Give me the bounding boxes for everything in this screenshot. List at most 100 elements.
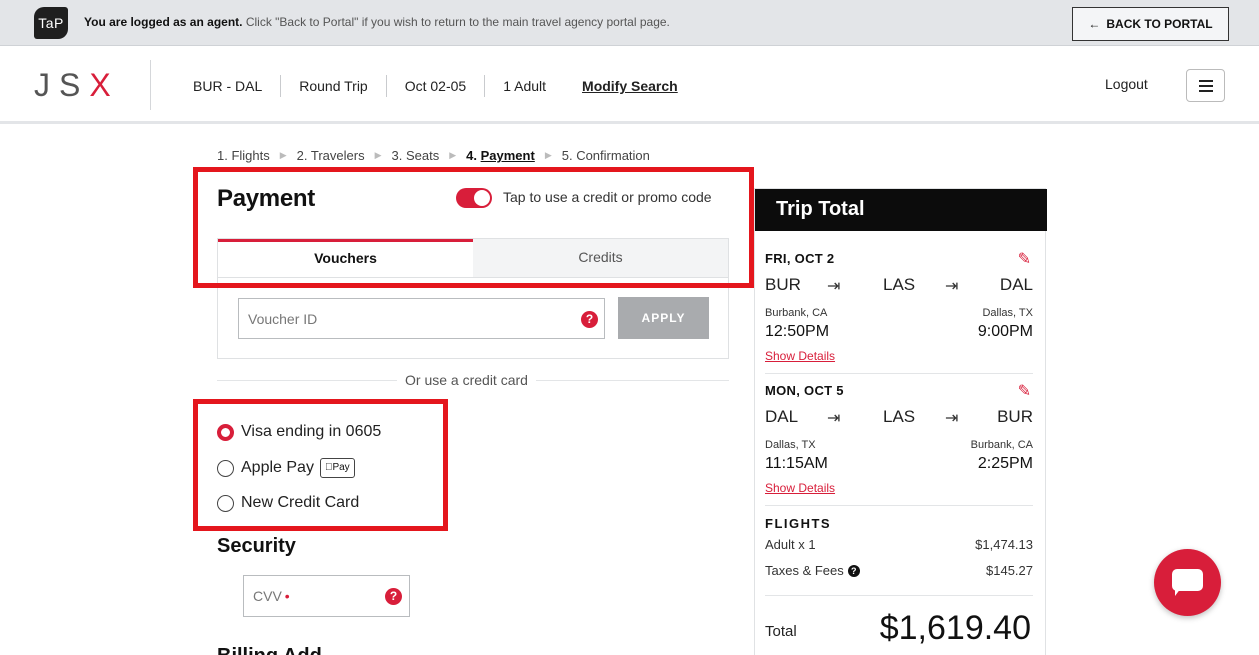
voucher-placeholder: Voucher ID — [248, 311, 318, 327]
arrive-time: 2:25PM — [977, 455, 1033, 472]
payment-tabs: Vouchers Credits — [217, 238, 729, 278]
step-seats[interactable]: 3. Seats — [392, 148, 440, 163]
leg-date: MON, OCT 5 — [765, 383, 844, 398]
option-apple-pay[interactable]: Apple Pay Pay — [217, 456, 355, 480]
voucher-panel: Voucher ID ? APPLY — [217, 278, 729, 359]
option-apple-pay-label: Apple Pay — [241, 459, 314, 476]
airplane-icon: ⇥ — [945, 410, 959, 427]
step-confirmation: 5. Confirmation — [561, 148, 650, 163]
or-credit-card-text: Or use a credit card — [397, 372, 536, 388]
origin-city: Burbank, CA — [765, 307, 828, 319]
logo-main: JS — [34, 67, 90, 103]
total-label: Total — [765, 623, 797, 640]
adult-amount: $1,474.13 — [975, 537, 1033, 552]
taxes-label: Taxes & Fees — [765, 563, 844, 578]
radio-icon[interactable] — [217, 494, 234, 512]
leg-route: DAL ⇥ LAS ⇥ BUR — [765, 407, 1033, 429]
cvv-placeholder-text: CVV — [253, 588, 282, 604]
radio-checked-icon[interactable] — [217, 423, 234, 441]
divider — [765, 595, 1033, 596]
modify-search-link[interactable]: Modify Search — [564, 78, 678, 94]
tap-logo: TaP — [34, 7, 68, 39]
edit-pencil-icon[interactable]: ✎ — [1018, 381, 1031, 401]
destination-city: Dallas, TX — [982, 307, 1033, 319]
hamburger-menu-icon — [1199, 80, 1213, 82]
step-flights[interactable]: 1. Flights — [217, 148, 270, 163]
airplane-icon: ⇥ — [827, 278, 841, 295]
tab-vouchers[interactable]: Vouchers — [218, 239, 473, 277]
search-route: BUR - DAL — [193, 75, 282, 97]
trip-total-title: Trip Total — [755, 189, 1047, 231]
logo-accent: X — [89, 67, 120, 103]
stop-code: LAS — [883, 407, 916, 426]
search-dates: Oct 02-05 — [387, 75, 486, 97]
adult-label: Adult x 1 — [765, 537, 816, 552]
leg-route: BUR ⇥ LAS ⇥ DAL — [765, 275, 1033, 297]
fare-row-adult: Adult x 1 $1,474.13 — [765, 537, 1033, 552]
security-title: Security — [217, 535, 296, 557]
info-icon[interactable]: ? — [847, 565, 860, 577]
voucher-id-input[interactable]: Voucher ID ? — [238, 298, 605, 339]
back-to-portal-label: BACK TO PORTAL — [1106, 17, 1213, 31]
option-visa-label: Visa ending in 0605 — [241, 423, 382, 440]
chevron-right-icon: ▶ — [449, 150, 457, 160]
agent-message: You are logged as an agent. Click "Back … — [84, 15, 670, 29]
fare-row-taxes: Taxes & Fees? $145.27 — [765, 563, 1033, 578]
header-divider — [150, 60, 151, 110]
chevron-right-icon: ▶ — [279, 150, 287, 160]
agent-bar: TaP You are logged as an agent. Click "B… — [0, 0, 1259, 46]
step-payment: 4. Payment — [466, 148, 535, 163]
agent-message-rest: Click "Back to Portal" if you wish to re… — [242, 15, 670, 29]
site-header: JSX BUR - DAL Round Trip Oct 02-05 1 Adu… — [0, 46, 1259, 124]
destination-code: BUR — [997, 407, 1033, 426]
option-new-card-label: New Credit Card — [241, 494, 360, 511]
leg-date: FRI, OCT 2 — [765, 251, 835, 266]
credit-promo-toggle[interactable] — [456, 188, 492, 208]
trip-total-panel: Trip Total FRI, OCT 2 ✎ BUR ⇥ LAS ⇥ DAL … — [754, 188, 1047, 655]
chevron-right-icon: ▶ — [374, 150, 382, 160]
option-visa[interactable]: Visa ending in 0605 — [217, 420, 381, 444]
hamburger-menu-button[interactable] — [1186, 69, 1225, 102]
chat-button[interactable] — [1154, 549, 1221, 616]
edit-pencil-icon[interactable]: ✎ — [1018, 249, 1031, 269]
toggle-knob — [474, 190, 490, 206]
stop-code: LAS — [883, 275, 916, 294]
jsx-logo[interactable]: JSX — [34, 67, 120, 104]
step-payment-number: 4. — [466, 148, 481, 163]
flights-heading: FLIGHTS — [765, 516, 832, 531]
airplane-icon: ⇥ — [827, 410, 841, 427]
origin-code: DAL — [765, 407, 799, 426]
tab-credits[interactable]: Credits — [473, 239, 728, 277]
arrive-time: 9:00PM — [977, 323, 1033, 340]
required-marker: • — [284, 588, 290, 604]
destination-city: Burbank, CA — [970, 439, 1033, 451]
payment-title: Payment — [217, 185, 315, 212]
divider — [765, 505, 1033, 506]
toggle-label: Tap to use a credit or promo code — [503, 189, 712, 205]
step-payment-label: Payment — [480, 148, 535, 163]
depart-time: 12:50PM — [765, 323, 830, 340]
show-details-link[interactable]: Show Details — [765, 481, 835, 495]
airplane-icon: ⇥ — [945, 278, 959, 295]
arrow-left-icon: ← — [1088, 17, 1101, 31]
back-to-portal-button[interactable]: ← BACK TO PORTAL — [1072, 7, 1229, 41]
total-amount: $1,619.40 — [879, 609, 1031, 647]
origin-code: BUR — [765, 275, 801, 294]
agent-message-bold: You are logged as an agent. — [84, 15, 243, 29]
checkout-steps: 1. Flights ▶ 2. Travelers ▶ 3. Seats ▶ 4… — [217, 148, 650, 163]
step-travelers[interactable]: 2. Travelers — [297, 148, 365, 163]
option-new-card[interactable]: New Credit Card — [217, 491, 359, 515]
search-trip-type: Round Trip — [281, 75, 387, 97]
cvv-placeholder: CVV • — [253, 588, 290, 604]
origin-city: Dallas, TX — [765, 439, 816, 451]
apply-button[interactable]: APPLY — [618, 297, 709, 339]
search-passengers: 1 Adult — [503, 78, 547, 94]
depart-time: 11:15AM — [765, 455, 828, 472]
chevron-right-icon: ▶ — [544, 150, 552, 160]
radio-icon[interactable] — [217, 459, 234, 477]
logout-link[interactable]: Logout — [1105, 76, 1148, 92]
help-icon[interactable]: ? — [581, 311, 598, 328]
cvv-input[interactable]: CVV • ? — [243, 575, 410, 617]
show-details-link[interactable]: Show Details — [765, 349, 835, 363]
help-icon[interactable]: ? — [385, 588, 402, 605]
